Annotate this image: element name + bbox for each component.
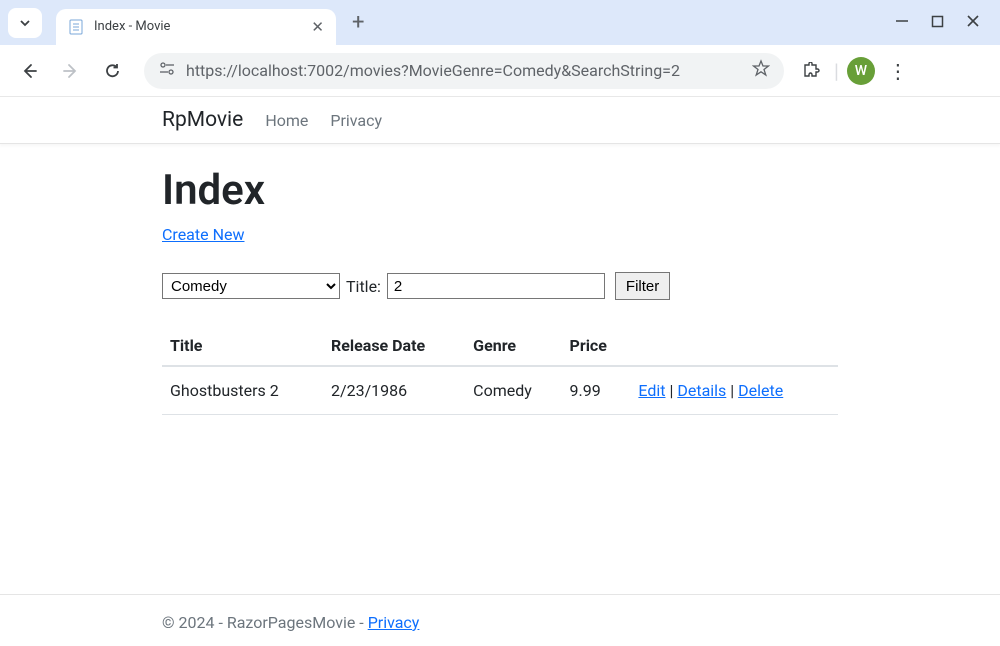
- table-row: Ghostbusters 2 2/23/1986 Comedy 9.99 Edi…: [162, 366, 838, 415]
- delete-link[interactable]: Delete: [738, 381, 783, 400]
- tab-title: Index - Movie: [94, 19, 301, 34]
- footer-privacy-link[interactable]: Privacy: [368, 613, 420, 632]
- th-actions: [630, 326, 838, 366]
- toolbar-divider: |: [834, 59, 839, 83]
- forward-button[interactable]: [54, 54, 88, 88]
- title-input[interactable]: [387, 273, 605, 299]
- browser-menu-icon[interactable]: ⋮: [883, 59, 913, 83]
- filter-button[interactable]: Filter: [615, 272, 670, 300]
- genre-select[interactable]: Comedy: [162, 273, 340, 299]
- cell-title: Ghostbusters 2: [162, 366, 323, 415]
- tab-search-button[interactable]: [8, 8, 42, 38]
- cell-price: 9.99: [562, 366, 631, 415]
- th-genre: Genre: [465, 326, 561, 366]
- back-button[interactable]: [12, 54, 46, 88]
- browser-tab-strip: Index - Movie ✕ +: [0, 0, 1000, 45]
- th-title: Title: [162, 326, 323, 366]
- movies-table: Title Release Date Genre Price Ghostbust…: [162, 326, 838, 415]
- search-form: Comedy Title: Filter: [162, 272, 838, 300]
- create-new-link[interactable]: Create New: [162, 225, 244, 244]
- minimize-icon[interactable]: [895, 14, 909, 32]
- cell-genre: Comedy: [465, 366, 561, 415]
- window-controls: [895, 14, 992, 32]
- page-footer: © 2024 - RazorPagesMovie - Privacy: [0, 594, 1000, 632]
- footer-text: © 2024 - RazorPagesMovie -: [162, 613, 368, 632]
- tab-close-icon[interactable]: ✕: [311, 18, 324, 36]
- page-content: RpMovie Home Privacy Index Create New Co…: [0, 97, 1000, 415]
- th-release-date: Release Date: [323, 326, 465, 366]
- browser-toolbar: https://localhost:7002/movies?MovieGenre…: [0, 45, 1000, 97]
- nav-home-link[interactable]: Home: [265, 111, 308, 130]
- title-label: Title:: [346, 277, 381, 296]
- tab-favicon-icon: [68, 19, 84, 35]
- new-tab-button[interactable]: +: [352, 10, 364, 35]
- chevron-down-icon: [19, 17, 31, 29]
- nav-privacy-link[interactable]: Privacy: [330, 111, 382, 130]
- site-settings-icon[interactable]: [158, 61, 176, 81]
- close-window-icon[interactable]: [966, 14, 980, 32]
- reload-button[interactable]: [96, 54, 130, 88]
- edit-link[interactable]: Edit: [638, 381, 665, 400]
- th-price: Price: [562, 326, 631, 366]
- site-navbar: RpMovie Home Privacy: [0, 97, 1000, 144]
- cell-release-date: 2/23/1986: [323, 366, 465, 415]
- maximize-icon[interactable]: [931, 14, 944, 32]
- details-link[interactable]: Details: [677, 381, 726, 400]
- page-heading: Index: [162, 166, 838, 215]
- browser-tab[interactable]: Index - Movie ✕: [56, 9, 336, 45]
- cell-actions: Edit | Details | Delete: [630, 366, 838, 415]
- brand-link[interactable]: RpMovie: [162, 108, 243, 132]
- address-bar[interactable]: https://localhost:7002/movies?MovieGenre…: [144, 53, 784, 89]
- profile-avatar[interactable]: W: [847, 57, 875, 85]
- extensions-icon[interactable]: [798, 57, 826, 85]
- bookmark-star-icon[interactable]: [752, 59, 770, 82]
- url-text: https://localhost:7002/movies?MovieGenre…: [186, 61, 742, 80]
